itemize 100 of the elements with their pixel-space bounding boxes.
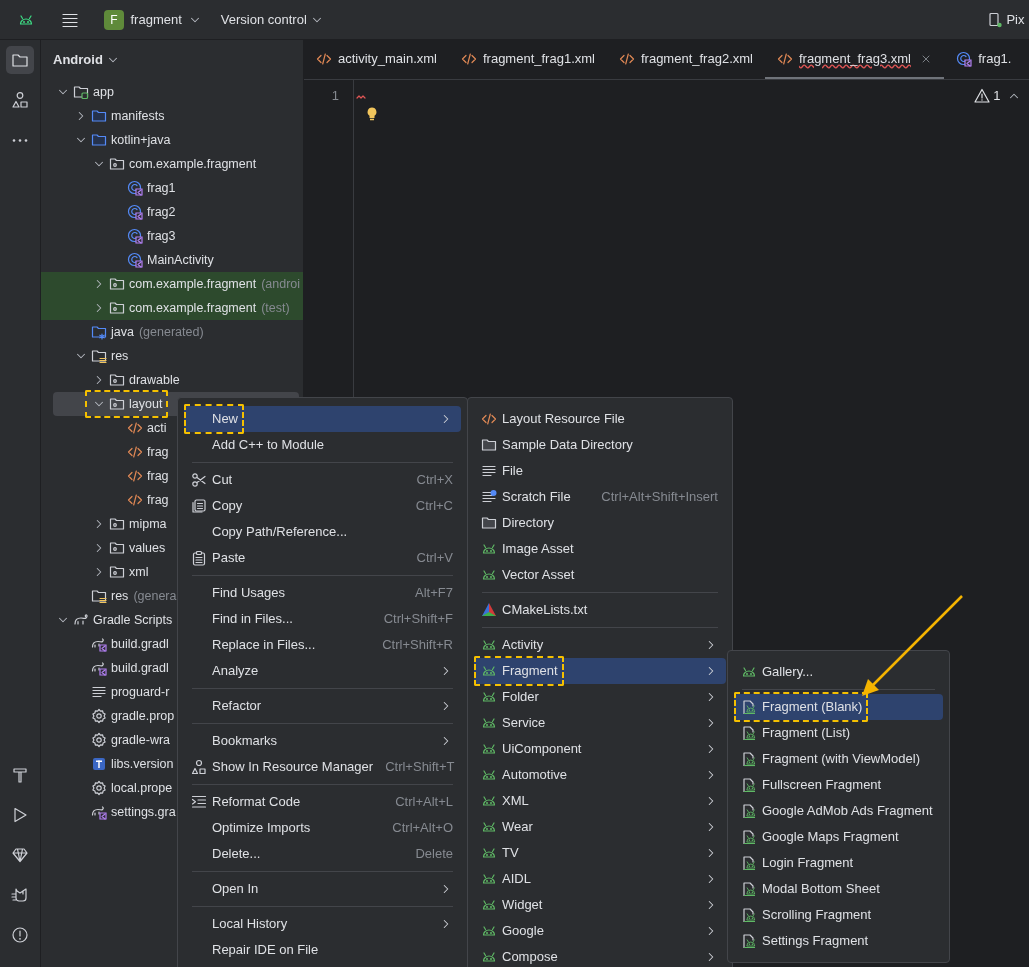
menu-item[interactable]: Find Usages Alt+F7 (184, 580, 461, 606)
menu-item[interactable]: Scratch File Ctrl+Alt+Shift+Insert (474, 484, 726, 510)
warning-icon (974, 87, 990, 104)
menu-item[interactable]: Delete... Delete (184, 841, 461, 867)
menu-item[interactable]: Repair IDE on File (184, 937, 461, 963)
tree-item[interactable]: kotlin+java (41, 128, 303, 152)
menu-item[interactable]: Fragment (List) (734, 720, 943, 746)
menu-item[interactable]: Open In (184, 876, 461, 902)
menu-item[interactable]: Fragment (with ViewModel) (734, 746, 943, 772)
menu-item[interactable]: Google AdMob Ads Fragment (734, 798, 943, 824)
tree-item[interactable]: com.example.fragment (test) (41, 296, 303, 320)
menu-item[interactable]: Reformat Code Ctrl+Alt+L (184, 789, 461, 815)
menu-item[interactable]: Compose (474, 944, 726, 967)
cat-icon (11, 886, 29, 904)
folder-icon (91, 348, 107, 364)
menu-item[interactable]: Layout Resource File (474, 406, 726, 432)
code-icon (460, 50, 477, 67)
menu-item[interactable]: Copy Path/Reference... (184, 519, 461, 545)
tree-item[interactable]: com.example.fragment (41, 152, 303, 176)
folder-icon (109, 396, 125, 412)
menu-item[interactable]: Show In Resource Manager Ctrl+Shift+T (184, 754, 461, 780)
folder-icon (91, 324, 107, 340)
copy-icon (191, 498, 207, 514)
menu-item[interactable]: UiComponent (474, 736, 726, 762)
tree-item[interactable]: frag2 (41, 200, 303, 224)
folder-icon (481, 515, 497, 531)
menu-item[interactable]: Sample Data Directory (474, 432, 726, 458)
menu-item[interactable]: Paste Ctrl+V (184, 545, 461, 571)
code-icon (776, 50, 793, 67)
folder-icon (109, 300, 125, 316)
vcs-selector[interactable]: Version control (214, 6, 331, 33)
menu-item[interactable]: CMakeLists.txt (474, 597, 726, 623)
menu-item[interactable]: Modal Bottom Sheet (734, 876, 943, 902)
menu-item[interactable]: Activity (474, 632, 726, 658)
lines-icon (481, 463, 497, 479)
triangle-icon (481, 602, 497, 618)
code-icon (618, 50, 635, 67)
menu-item[interactable]: Image Asset (474, 536, 726, 562)
menu-item[interactable]: TV (474, 840, 726, 866)
menu-item[interactable]: Settings Fragment (734, 928, 943, 954)
menu-item[interactable]: Cut Ctrl+X (184, 467, 461, 493)
menu-item[interactable]: File (474, 458, 726, 484)
menu-item[interactable]: Google Maps Fragment (734, 824, 943, 850)
menu-item[interactable]: Login Fragment (734, 850, 943, 876)
menu-item[interactable]: Add C++ to Module (184, 432, 461, 458)
menu-item[interactable]: Local History (184, 911, 461, 937)
line-number: 1 (330, 87, 339, 105)
menu-item[interactable]: Folder (474, 684, 726, 710)
warnings-indicator[interactable]: 1 (974, 86, 1001, 106)
menu-item[interactable]: Automotive (474, 762, 726, 788)
editor-tab[interactable]: fragment_frag2.xml (606, 40, 765, 79)
menu-item[interactable]: Directory (474, 510, 726, 536)
tree-item[interactable]: app (41, 80, 303, 104)
menu-item[interactable]: Analyze (184, 658, 461, 684)
editor-tab[interactable]: frag1. (944, 40, 1024, 79)
menu-item[interactable]: Bookmarks (184, 728, 461, 754)
menu-item[interactable]: Wear (474, 814, 726, 840)
project-selector[interactable]: F fragment (98, 6, 209, 33)
menu-item[interactable]: XML (474, 788, 726, 814)
tree-item[interactable]: MainActivity (41, 248, 303, 272)
editor-tab[interactable]: fragment_frag3.xml (764, 40, 945, 79)
tree-item[interactable]: java (generated) (41, 320, 303, 344)
template-icon (741, 881, 757, 897)
menu-item[interactable]: Google (474, 918, 726, 944)
menu-item[interactable]: AIDL (474, 866, 726, 892)
editor-tab[interactable]: fragment_frag1.xml (448, 40, 607, 79)
template-icon (741, 751, 757, 767)
menu-item[interactable]: Replace in Files... Ctrl+Shift+R (184, 632, 461, 658)
menu-item[interactable]: Find in Files... Ctrl+Shift+F (184, 606, 461, 632)
menu-item[interactable]: Refactor (184, 693, 461, 719)
error-squiggle (356, 94, 366, 100)
folder-icon (91, 132, 107, 148)
scratch-file-icon (481, 489, 497, 505)
tree-item[interactable]: frag1 (41, 176, 303, 200)
template-icon (741, 803, 757, 819)
menu-item[interactable]: Copy Ctrl+C (184, 493, 461, 519)
gear-icon (91, 732, 107, 748)
project-view-selector[interactable]: Android (53, 50, 121, 70)
menu-item[interactable]: Gallery... (734, 659, 943, 685)
menu-item[interactable]: Widget (474, 892, 726, 918)
tree-item[interactable]: res (41, 344, 303, 368)
menu-item[interactable]: Fullscreen Fragment (734, 772, 943, 798)
menu-item[interactable]: New (184, 406, 461, 432)
folder-icon (109, 276, 125, 292)
menu-item[interactable]: Scrolling Fragment (734, 902, 943, 928)
tree-item[interactable]: frag3 (41, 224, 303, 248)
tool-window-button[interactable] (6, 46, 34, 74)
menu-item[interactable]: Fragment (474, 658, 726, 684)
menu-item[interactable]: Vector Asset (474, 562, 726, 588)
menu-item[interactable]: Service (474, 710, 726, 736)
tree-item[interactable]: drawable (41, 368, 303, 392)
editor-tab[interactable]: activity_main.xml (304, 40, 449, 79)
menu-item[interactable]: Optimize Imports Ctrl+Alt+O (184, 815, 461, 841)
menu-item[interactable]: Fragment (Blank) (734, 694, 943, 720)
device-selector[interactable]: Pix (981, 6, 1029, 33)
template-icon (741, 725, 757, 741)
clipboard-icon (191, 550, 207, 566)
folder-icon (109, 516, 125, 532)
tree-item[interactable]: manifests (41, 104, 303, 128)
tree-item[interactable]: com.example.fragment (androi (41, 272, 303, 296)
